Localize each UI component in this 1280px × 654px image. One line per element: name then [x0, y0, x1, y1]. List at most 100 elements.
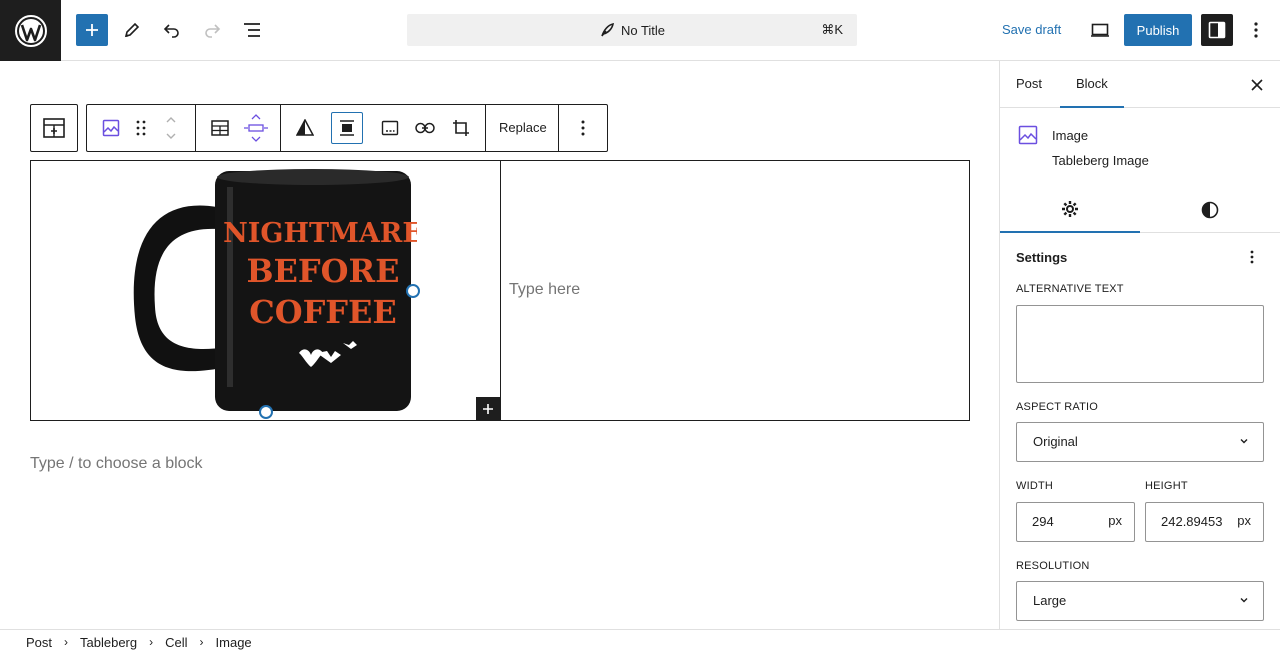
pencil-icon	[124, 22, 140, 38]
resolution-select[interactable]: Large	[1016, 581, 1264, 621]
add-block-in-cell-button[interactable]	[476, 397, 500, 421]
block-appender-placeholder[interactable]: Type / to choose a block	[30, 455, 203, 473]
more-vertical-icon	[1254, 22, 1258, 38]
height-input[interactable]: 242.89453 px	[1145, 502, 1264, 542]
link-icon	[415, 122, 435, 134]
settings-options-button[interactable]	[1240, 247, 1264, 267]
crop-icon	[453, 120, 469, 136]
table-icon	[211, 120, 229, 136]
caption-icon	[381, 120, 399, 136]
block-type-button[interactable]	[95, 112, 127, 144]
preview-button[interactable]	[1084, 14, 1116, 46]
feather-icon	[601, 22, 614, 37]
breadcrumb-item-cell[interactable]: Cell	[165, 635, 187, 650]
more-vertical-icon	[1250, 250, 1254, 264]
redo-button[interactable]	[196, 14, 228, 46]
block-toolbar-group: Replace	[86, 104, 608, 152]
wordpress-logo-button[interactable]	[0, 0, 61, 61]
tab-block[interactable]: Block	[1060, 61, 1124, 108]
resize-handle-right[interactable]	[406, 284, 420, 298]
document-title: No Title	[620, 22, 666, 38]
select-parent-table-button[interactable]	[30, 104, 78, 152]
tableberg-table[interactable]: NIGHTMARE BEFORE COFFEE Type here	[30, 160, 970, 421]
contrast-icon	[1201, 201, 1219, 218]
aspect-ratio-value: Original	[1033, 434, 1078, 449]
shortcut-hint: ⌘K	[821, 22, 843, 37]
sidebar-icon	[1208, 21, 1226, 39]
chevron-down-icon	[1240, 598, 1248, 603]
block-options-button[interactable]	[567, 112, 599, 144]
crop-button[interactable]	[445, 112, 477, 144]
chevron-right-icon: ›	[149, 635, 154, 649]
image-icon	[102, 119, 120, 137]
mug-text-line-1: NIGHTMARE	[223, 218, 417, 249]
block-description: Tableberg Image	[1052, 153, 1149, 168]
move-up-down-buttons[interactable]	[155, 112, 187, 144]
redo-icon	[205, 24, 221, 38]
width-unit: px	[1108, 513, 1122, 528]
plus-icon	[86, 24, 98, 36]
height-unit: px	[1237, 513, 1251, 528]
document-overview-button[interactable]	[236, 14, 268, 46]
link-button[interactable]	[409, 112, 441, 144]
chevron-down-icon	[1240, 439, 1248, 444]
chevron-up-down-icon	[166, 117, 176, 139]
table-plus-icon	[43, 118, 65, 138]
height-value: 242.89453	[1161, 514, 1223, 529]
cell-placeholder[interactable]: Type here	[509, 281, 580, 299]
aspect-ratio-select[interactable]: Original	[1016, 422, 1264, 462]
drag-handle[interactable]	[125, 112, 157, 144]
publish-button[interactable]: Publish	[1124, 14, 1192, 46]
tab-settings[interactable]	[1000, 186, 1140, 233]
width-value: 294	[1032, 514, 1054, 529]
sidebar-tabs: Post Block	[1000, 61, 1280, 108]
alt-text-label: ALTERNATIVE TEXT	[1016, 283, 1124, 295]
close-sidebar-button[interactable]	[1245, 73, 1269, 97]
undo-button[interactable]	[156, 14, 188, 46]
replace-button[interactable]: Replace	[489, 112, 557, 144]
cell-alignment-button[interactable]	[240, 112, 272, 144]
breadcrumb-item-tableberg[interactable]: Tableberg	[80, 635, 137, 650]
table-edit-button[interactable]	[204, 112, 236, 144]
block-image-icon	[1018, 125, 1038, 145]
save-draft-button[interactable]: Save draft	[994, 14, 1069, 46]
add-block-button[interactable]	[76, 14, 108, 46]
drag-handle-icon	[136, 120, 146, 136]
caption-button[interactable]	[374, 112, 406, 144]
resolution-value: Large	[1033, 593, 1067, 608]
width-label: WIDTH	[1016, 480, 1054, 492]
image-cell[interactable]: NIGHTMARE BEFORE COFFEE	[31, 161, 500, 421]
image-icon	[1018, 125, 1038, 145]
settings-sidebar: Post Block Image Tableberg Image Setting…	[999, 61, 1280, 629]
duotone-button[interactable]	[289, 112, 321, 144]
list-view-icon	[244, 23, 260, 37]
editor-header: No Title ⌘K Save draft Publish	[0, 0, 1280, 61]
resolution-label: RESOLUTION	[1016, 560, 1090, 572]
mug-image[interactable]: NIGHTMARE BEFORE COFFEE	[117, 167, 417, 415]
breadcrumb-item-image: Image	[215, 634, 252, 650]
plus-icon	[483, 404, 493, 414]
chevron-right-icon: ›	[199, 635, 204, 649]
undo-icon	[163, 24, 179, 38]
tab-styles[interactable]	[1140, 186, 1280, 233]
block-title: Image	[1052, 128, 1089, 143]
tab-post[interactable]: Post	[1000, 61, 1058, 108]
mug-text-line-3: COFFEE	[249, 293, 397, 331]
options-button[interactable]	[1240, 14, 1272, 46]
align-button[interactable]	[331, 112, 363, 144]
width-input[interactable]: 294 px	[1016, 502, 1135, 542]
tools-button[interactable]	[116, 14, 148, 46]
block-card: Image Tableberg Image	[1000, 109, 1280, 185]
breadcrumb-item-post[interactable]: Post	[26, 635, 52, 650]
command-palette-bar[interactable]: No Title ⌘K	[407, 14, 857, 46]
settings-panel-title: Settings	[1016, 250, 1068, 265]
breadcrumb: Post › Tableberg › Cell › Image	[0, 629, 1280, 654]
alt-text-input[interactable]	[1016, 305, 1264, 383]
settings-toggle-button[interactable]	[1201, 14, 1233, 46]
duotone-icon	[296, 119, 314, 136]
block-inspector-tabs	[1000, 186, 1280, 233]
more-vertical-icon	[581, 120, 585, 136]
resize-handle-bottom[interactable]	[259, 405, 273, 419]
align-center-icon	[340, 120, 354, 136]
wordpress-icon	[14, 14, 47, 47]
